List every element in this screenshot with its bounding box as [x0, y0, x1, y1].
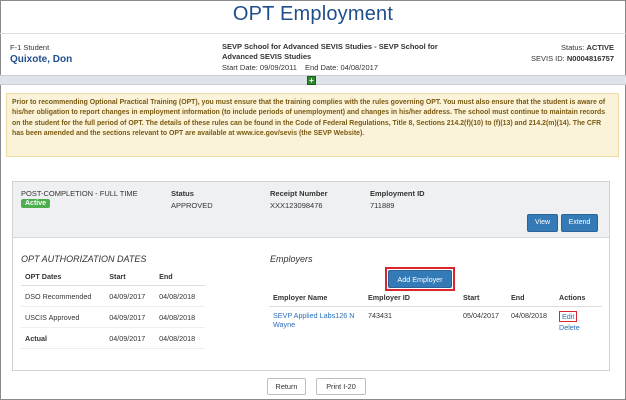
page-title: OPT Employment [232, 3, 394, 25]
plus-icon[interactable]: + [307, 76, 316, 85]
opt-date-type: Actual [21, 327, 106, 349]
opt-status-value: APPROVED [171, 201, 213, 210]
column-header: Start [459, 289, 507, 307]
employment-id-value: 711889 [370, 201, 395, 210]
employment-id-header: Employment ID [370, 189, 425, 198]
expand-bar[interactable]: + [0, 75, 626, 85]
table-row: USCIS Approved 04/09/2017 04/08/2018 [21, 306, 205, 328]
print-i20-button[interactable]: Print I-20 [316, 378, 366, 395]
table-header-row: Employer Name Employer ID Start End Acti… [269, 289, 602, 307]
return-button[interactable]: Return [267, 378, 306, 395]
status-label: Status: [561, 43, 585, 52]
authorization-table: OPT Dates Start End DSO Recommended 04/0… [21, 268, 205, 349]
employers-heading: Employers [270, 254, 313, 264]
opt-type: POST-COMPLETION - FULL TIME [21, 189, 138, 198]
program-end-date: End Date: 04/08/2017 [305, 63, 378, 72]
column-header: Employer Name [269, 289, 364, 307]
table-header-row: OPT Dates Start End [21, 268, 205, 286]
employer-name-link[interactable]: SEVP Applied Labs126 N Wayne [273, 311, 354, 329]
opt-warning-message: Prior to recommending Optional Practical… [6, 93, 619, 157]
opt-summary: POST-COMPLETION - FULL TIME Active Statu… [13, 182, 609, 238]
opt-date-start: 04/09/2017 [105, 306, 156, 328]
delete-link[interactable]: Delete [559, 323, 598, 332]
sevis-label: SEVIS ID: [531, 54, 565, 63]
extend-button[interactable]: Extend [561, 214, 598, 232]
opt-status-header: Status [171, 189, 194, 198]
student-type: F-1 Student [10, 43, 50, 52]
employer-start: 05/04/2017 [463, 311, 499, 320]
column-header: OPT Dates [21, 268, 106, 286]
sevis-value: N0004816757 [566, 54, 614, 63]
opt-date-end: 04/08/2018 [155, 306, 205, 328]
column-header: Actions [555, 289, 602, 307]
employer-actions: Edit Delete [555, 307, 602, 337]
edit-link[interactable]: Edit [559, 311, 578, 322]
table-row: Actual 04/09/2017 04/08/2018 [21, 327, 205, 349]
view-button[interactable]: View [527, 214, 558, 232]
add-employer-button[interactable]: Add Employer [388, 270, 452, 288]
opt-date-type: USCIS Approved [21, 306, 106, 328]
authorization-heading: OPT AUTHORIZATION DATES [21, 254, 147, 264]
employers-table: Employer Name Employer ID Start End Acti… [269, 289, 602, 336]
column-header: End [155, 268, 205, 286]
employer-end: 04/08/2018 [511, 311, 547, 320]
student-status: Status: ACTIVE [561, 43, 614, 52]
employer-id: 743431 [368, 311, 392, 320]
status-badge: Active [21, 199, 51, 208]
receipt-number-header: Receipt Number [270, 189, 328, 198]
column-header: Employer ID [364, 289, 459, 307]
sevis-id: SEVIS ID: N0004816757 [531, 54, 614, 63]
school-name: SEVP School for Advanced SEVIS Studies -… [222, 42, 438, 61]
program-dates: Start Date: 09/09/2011 End Date: 04/08/2… [222, 63, 384, 72]
add-employer-highlight: Add Employer [385, 267, 455, 291]
opt-date-end: 04/08/2018 [155, 327, 205, 349]
program-start-date: Start Date: 09/09/2011 [222, 63, 297, 72]
status-value: ACTIVE [586, 43, 614, 52]
opt-panel: POST-COMPLETION - FULL TIME Active Statu… [12, 181, 610, 371]
column-header: End [507, 289, 555, 307]
opt-date-start: 04/09/2017 [105, 285, 156, 307]
opt-date-start: 04/09/2017 [105, 327, 156, 349]
column-header: Start [105, 268, 156, 286]
table-row: SEVP Applied Labs126 N Wayne 743431 05/0… [269, 307, 602, 337]
receipt-number-value: XXX123098476 [270, 201, 323, 210]
opt-date-end: 04/08/2018 [155, 285, 205, 307]
student-name: Quixote, Don [10, 54, 73, 65]
table-row: DSO Recommended 04/09/2017 04/08/2018 [21, 285, 205, 307]
opt-date-type: DSO Recommended [21, 285, 106, 307]
